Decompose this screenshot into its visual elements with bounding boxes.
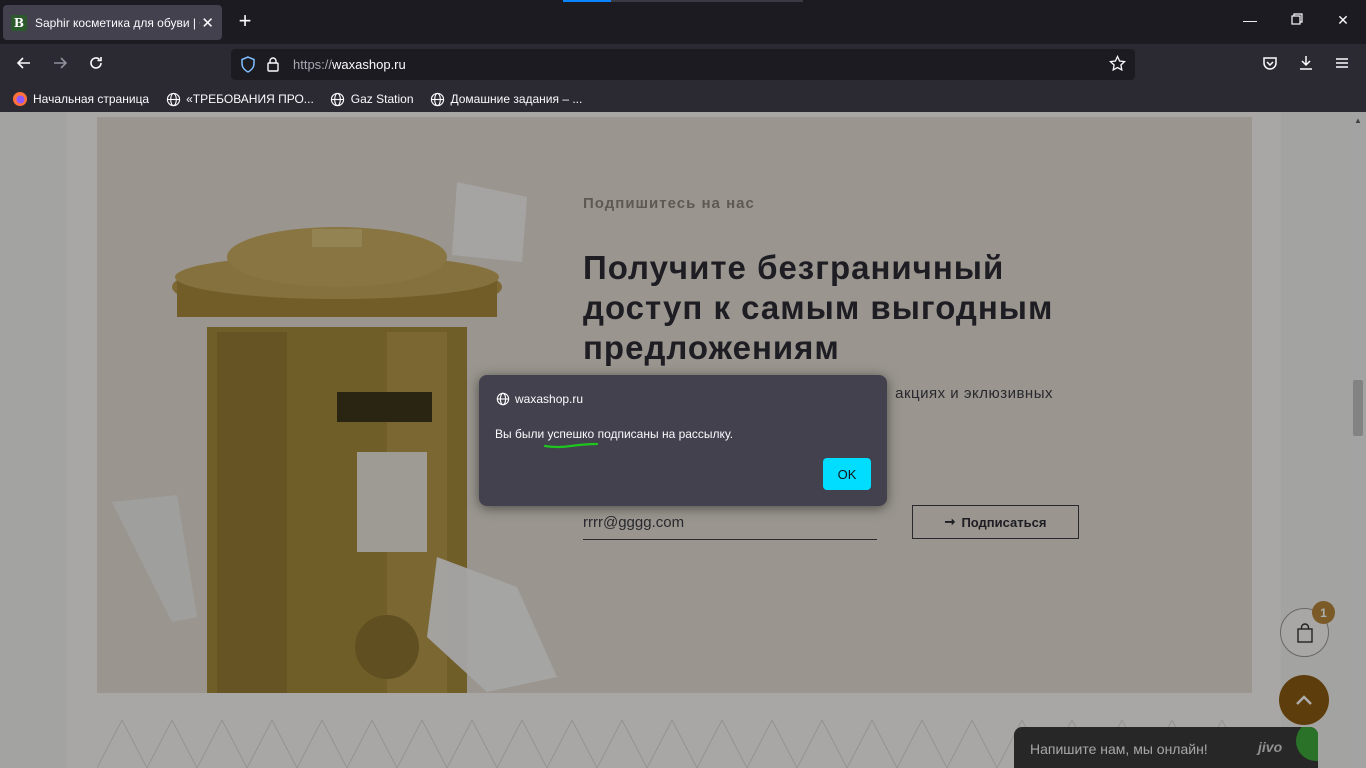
forward-button[interactable]: [49, 54, 71, 76]
menu-icon[interactable]: [1331, 54, 1353, 76]
tab-title: Saphir косметика для обуви | О: [35, 15, 200, 30]
pocket-icon[interactable]: [1259, 54, 1281, 76]
tab-strip: B Saphir косметика для обуви | О ✕ + — ✕: [0, 0, 1366, 44]
bookmark-item[interactable]: Начальная страница: [12, 91, 149, 107]
ok-button[interactable]: OK: [823, 458, 871, 490]
restore-button[interactable]: [1287, 12, 1307, 28]
highlighted-word: успешко: [547, 427, 595, 441]
tab-active[interactable]: B Saphir косметика для обуви | О ✕: [3, 5, 222, 40]
bookmark-star-icon[interactable]: [1109, 54, 1126, 77]
reload-button[interactable]: [85, 54, 107, 76]
address-bar[interactable]: https://waxashop.ru: [231, 49, 1135, 80]
bookmark-item[interactable]: Gaz Station: [330, 91, 414, 107]
site-favicon-icon: B: [11, 14, 27, 31]
page-load-progress: [563, 0, 803, 2]
alert-dialog: waxashop.ru Вы были успешко подписаны на…: [479, 375, 887, 506]
bookmarks-toolbar: Начальная страница «ТРЕБОВАНИЯ ПРО... Ga…: [0, 86, 1366, 112]
dialog-origin: waxashop.ru: [496, 392, 583, 406]
tab-close-icon[interactable]: ✕: [201, 14, 214, 32]
navigation-toolbar: https://waxashop.ru: [0, 44, 1366, 86]
url-text[interactable]: https://waxashop.ru: [293, 57, 406, 72]
tracking-protection-shield-icon[interactable]: [240, 56, 256, 78]
globe-icon: [496, 392, 510, 406]
downloads-icon[interactable]: [1295, 54, 1317, 76]
globe-icon: [165, 91, 181, 107]
globe-icon: [330, 91, 346, 107]
lock-icon[interactable]: [266, 56, 280, 77]
minimize-button[interactable]: —: [1240, 12, 1260, 28]
globe-icon: [430, 91, 446, 107]
back-button[interactable]: [13, 54, 35, 76]
close-window-button[interactable]: ✕: [1333, 12, 1353, 29]
new-tab-button[interactable]: +: [234, 10, 256, 32]
dialog-origin-host: waxashop.ru: [515, 392, 584, 406]
handwritten-underline: [543, 442, 599, 449]
bookmark-item[interactable]: «ТРЕБОВАНИЯ ПРО...: [165, 91, 314, 107]
firefox-icon: [12, 91, 28, 107]
bookmark-item[interactable]: Домашние задания – ...: [430, 91, 582, 107]
dialog-message: Вы были успешко подписаны на рассылку.: [495, 427, 734, 441]
